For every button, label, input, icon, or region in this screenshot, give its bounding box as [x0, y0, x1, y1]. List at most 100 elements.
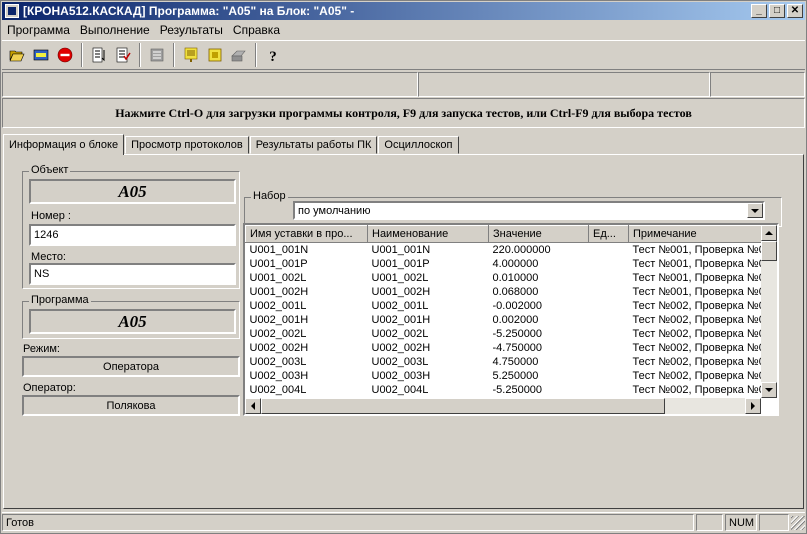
- number-label: Номер :: [31, 210, 71, 222]
- table-cell: U002_002L: [249, 328, 307, 340]
- db-button[interactable]: [29, 44, 52, 67]
- table-cell: U002_004L: [249, 384, 307, 396]
- object-name: A05: [29, 179, 236, 204]
- mode-label: Режим:: [23, 343, 60, 355]
- table-row[interactable]: U001_001P U001_001P 4.000000 Тест №001, Про…: [246, 257, 769, 271]
- tab-pk-results[interactable]: Результаты работы ПК: [249, 136, 378, 154]
- vertical-scroll-thumb[interactable]: [761, 241, 777, 261]
- column-header-name[interactable]: Наименование: [367, 225, 489, 243]
- list-button[interactable]: [87, 44, 110, 67]
- menu-results[interactable]: Результаты: [155, 23, 228, 37]
- stop-button[interactable]: [53, 44, 76, 67]
- title-bar: [КРОНА512.КАСКАД] Программа: "A05" на Бл…: [2, 2, 805, 20]
- print-preview-button[interactable]: [145, 44, 168, 67]
- arrow-down-icon: [765, 388, 773, 392]
- menu-help[interactable]: Справка: [228, 23, 285, 37]
- table-row[interactable]: U002_003H U002_003H 5.250000 Тест №002, Про…: [246, 369, 769, 383]
- table-cell: U002_002H: [371, 342, 431, 354]
- table-row[interactable]: U002_001L U002_001L -0.002000 Тест №002, Пр…: [246, 299, 769, 313]
- toolbar-separator: [81, 43, 83, 67]
- help-icon: ?: [269, 49, 277, 63]
- yellow-box-icon: [208, 48, 221, 62]
- column-header-note[interactable]: Примечание: [628, 225, 769, 243]
- table-row[interactable]: U002_004L U002_004L -5.250000 Тест №002, Пр…: [246, 383, 769, 397]
- print-preview-icon: [150, 48, 163, 62]
- table-cell: 0.068000: [492, 286, 539, 298]
- yellow-box-button[interactable]: [203, 44, 226, 67]
- table-cell: U002_001H: [371, 314, 431, 326]
- column-header-unit[interactable]: Ед...: [588, 225, 629, 243]
- table-cell: 220.000000: [492, 244, 551, 256]
- number-field[interactable]: 1246: [29, 224, 236, 246]
- table-cell: U002_002H: [249, 342, 309, 354]
- table-cell: 0.010000: [492, 272, 539, 284]
- resize-grip[interactable]: [791, 515, 805, 530]
- column-header-value[interactable]: Значение: [488, 225, 589, 243]
- vertical-scrollbar[interactable]: [761, 225, 777, 398]
- table-cell: Тест №001, Проверка №0: [632, 272, 765, 284]
- table-row[interactable]: U001_002L U001_002L 0.010000 Тест №001, Про…: [246, 271, 769, 285]
- table-cell: U002_003H: [249, 370, 309, 382]
- scroll-up-button[interactable]: [761, 225, 777, 241]
- table-row[interactable]: U002_002L U002_002L -5.250000 Тест №002, Пр…: [246, 327, 769, 341]
- table-row[interactable]: U002_002H U002_002H -4.750000 Тест №002, Пр…: [246, 341, 769, 355]
- toolbar-separator: [139, 43, 141, 67]
- hint-text: Нажмите Ctrl-O для загрузки программы ко…: [2, 98, 805, 128]
- print-button[interactable]: [227, 44, 250, 67]
- table-row[interactable]: U001_002H U001_002H 0.068000 Тест №001, Про…: [246, 285, 769, 299]
- info-panel-2: [418, 72, 710, 97]
- table-cell: Тест №001, Проверка №0: [632, 244, 765, 256]
- status-bar: Готов NUM: [2, 512, 805, 532]
- table-cell: 0.002000: [492, 314, 539, 326]
- program-group-label: Программа: [29, 294, 91, 306]
- open-folder-icon: [9, 50, 24, 62]
- maximize-button[interactable]: □: [769, 4, 785, 18]
- dropdown-button[interactable]: [747, 203, 763, 218]
- table-cell: Тест №002, Проверка №0: [632, 342, 765, 354]
- scroll-down-button[interactable]: [761, 382, 777, 398]
- list-icon: [92, 47, 104, 63]
- scroll-right-button[interactable]: [745, 398, 761, 414]
- toolbar-separator: [255, 43, 257, 67]
- tab-block-info[interactable]: Информация о блоке: [3, 134, 125, 155]
- note-button[interactable]: [179, 44, 202, 67]
- help-button[interactable]: ?: [261, 44, 284, 67]
- table-cell: U001_002H: [371, 286, 431, 298]
- table-row[interactable]: U001_001N U001_001N 220.000000 Тест №001, П…: [246, 243, 769, 258]
- info-panels: [2, 72, 805, 97]
- horizontal-scrollbar[interactable]: [245, 398, 761, 414]
- table-cell: U002_001L: [249, 300, 307, 312]
- tab-protocols[interactable]: Просмотр протоколов: [125, 136, 249, 154]
- arrow-left-icon: [251, 402, 255, 410]
- stop-icon: [57, 47, 72, 63]
- table-cell: U001_001N: [249, 244, 309, 256]
- tab-oscilloscope[interactable]: Осциллоскоп: [378, 136, 459, 154]
- menu-program[interactable]: Программа: [2, 23, 75, 37]
- table-row[interactable]: U002_003L U002_003L 4.750000 Тест №002, Про…: [246, 355, 769, 369]
- table-cell: U002_001H: [249, 314, 309, 326]
- info-panel-1: [2, 72, 418, 97]
- toolbar: ?: [2, 40, 805, 70]
- table-cell: [589, 383, 629, 397]
- settings-grid[interactable]: Имя уставки в про... Наименование Значен…: [243, 223, 779, 416]
- set-select[interactable]: по умолчанию: [293, 201, 765, 220]
- checklist-button[interactable]: [111, 44, 134, 67]
- table-cell: U001_002H: [249, 286, 309, 298]
- scroll-left-button[interactable]: [245, 398, 261, 414]
- info-panel-3: [710, 72, 805, 97]
- table-cell: [589, 369, 629, 383]
- horizontal-scroll-thumb[interactable]: [261, 398, 665, 414]
- menu-execution[interactable]: Выполнение: [75, 23, 155, 37]
- place-label: Место:: [31, 251, 66, 263]
- table-cell: -5.250000: [492, 328, 543, 340]
- checklist-icon: [116, 47, 131, 63]
- close-button[interactable]: ✕: [787, 4, 803, 18]
- table-row[interactable]: U002_001H U002_001H 0.002000 Тест №002, Про…: [246, 313, 769, 327]
- place-field[interactable]: NS: [29, 263, 236, 285]
- table-header-row: Имя уставки в про... Наименование Значен…: [245, 225, 769, 243]
- table-cell: U002_002L: [371, 328, 429, 340]
- minimize-button[interactable]: _: [751, 4, 767, 18]
- open-button[interactable]: [5, 44, 28, 67]
- table-cell: [589, 341, 629, 355]
- column-header-setting-name[interactable]: Имя уставки в про...: [245, 225, 368, 243]
